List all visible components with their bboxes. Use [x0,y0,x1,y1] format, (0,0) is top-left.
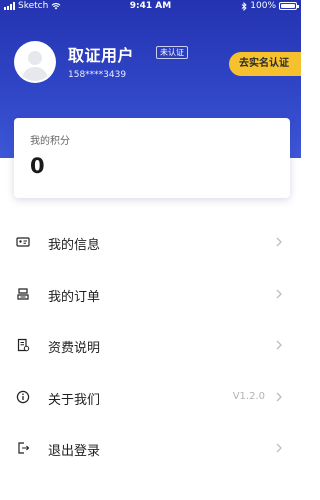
menu-item-label: 我的订单 [48,289,101,305]
points-card[interactable]: 我的积分 0 [14,118,290,198]
menu-item-label: 关于我们 [48,392,101,408]
user-phone: 158****3439 [68,70,127,80]
default-avatar-icon [16,43,54,81]
menu-item-pricing[interactable]: 资费说明 [0,319,301,371]
realname-verify-button[interactable]: 去实名认证 [229,52,301,76]
menu-item-label: 我的信息 [48,238,101,253]
menu-item-label: 退出登录 [48,444,101,459]
chevron-right-icon [276,392,282,401]
menu-item-my-info[interactable]: 我的信息 [0,216,301,268]
status-bar: Sketch 9:41 AM 100% [0,0,301,12]
bluetooth-icon [241,1,247,11]
points-label: 我的积分 [30,136,70,147]
menu-item-logout[interactable]: 退出登录 [0,422,301,474]
points-value: 0 [30,154,45,178]
pricing-doc-icon [17,338,30,352]
user-name: 取证用户 [68,46,135,65]
chevron-right-icon [276,289,282,298]
info-icon [16,390,30,403]
battery-icon [279,2,299,10]
chevron-right-icon [276,237,282,247]
id-card-icon [16,237,30,247]
menu-item-about-us[interactable]: 关于我们 V1.2.0 [0,371,301,423]
logout-icon [18,442,30,454]
verify-status-badge: 未认证 [156,46,188,59]
menu-item-label: 资费说明 [48,341,101,356]
chevron-right-icon [276,443,282,453]
battery-percent: 100% [250,1,276,11]
status-right: 100% [241,0,299,12]
chevron-right-icon [276,340,282,350]
menu-item-my-orders[interactable]: 我的订单 [0,268,301,320]
menu-list: 我的信息 我的订单 资费说明 关于我们 V1.2.0 退出登录 [0,216,301,474]
app-screen: Sketch 9:41 AM 100% 取证用户 未认证 158****3439… [0,0,301,500]
order-icon [17,287,29,300]
avatar[interactable] [14,41,56,83]
app-version: V1.2.0 [232,390,265,402]
